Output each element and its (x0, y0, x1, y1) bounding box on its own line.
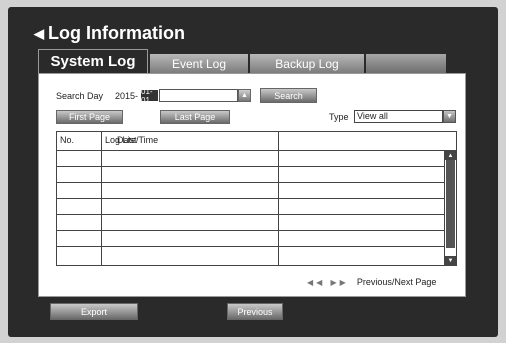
tab-event-log[interactable]: Event Log (150, 54, 248, 73)
column-header-no: No. (60, 135, 75, 145)
type-label: Type (329, 112, 349, 122)
page-navigation: ◀◀ ▶▶ Previous/Next Page (307, 277, 436, 287)
pager-label: Previous/Next Page (356, 277, 437, 287)
prev-next-icon[interactable]: ◀◀ ▶▶ (307, 278, 349, 287)
table-row[interactable] (57, 199, 444, 215)
export-button[interactable]: Export (50, 303, 138, 320)
first-page-button[interactable]: First Page (56, 110, 123, 124)
tab-blank (366, 54, 446, 73)
last-page-button[interactable]: Last Page (160, 110, 230, 124)
previous-button[interactable]: Previous (227, 303, 283, 320)
type-select[interactable]: View all (354, 110, 443, 123)
chevron-left-icon[interactable]: ◀ (34, 26, 44, 42)
scroll-thumb[interactable] (446, 160, 455, 248)
table-row[interactable] (57, 183, 444, 199)
tab-system-log[interactable]: System Log (38, 49, 148, 73)
table-row[interactable] (57, 167, 444, 183)
search-date-input[interactable] (159, 89, 238, 102)
chevron-down-icon[interactable]: ▼ (443, 110, 456, 123)
table-row[interactable] (57, 151, 444, 167)
column-divider (278, 132, 279, 265)
search-button[interactable]: Search (260, 88, 317, 103)
search-month-day[interactable]: 01-01 (141, 87, 158, 105)
table-row[interactable] (57, 247, 444, 263)
search-day-label: Search Day (56, 91, 104, 101)
page-title: ◀ Log Information (34, 23, 185, 44)
column-header-date-time: Date/Time (117, 135, 159, 145)
table-row[interactable] (57, 215, 444, 231)
tab-backup-log[interactable]: Backup Log (250, 54, 364, 73)
log-table: No. Log List Date/Time ▲ ▼ (56, 131, 457, 266)
page-title-text: Log Information (48, 23, 185, 43)
table-header: No. Log List Date/Time (57, 132, 456, 151)
scroll-down-icon[interactable]: ▼ (445, 256, 456, 265)
search-year: 2015- (115, 91, 139, 101)
table-row[interactable] (57, 231, 444, 247)
column-divider (101, 132, 102, 265)
log-panel: Search Day 2015- 01-01 ▲ Search First Pa… (38, 73, 466, 297)
table-scrollbar[interactable]: ▲ ▼ (444, 151, 456, 265)
tab-bar: System Log Event Log Backup Log (38, 49, 468, 73)
spinner-icon[interactable]: ▲ (238, 89, 251, 102)
scroll-up-icon[interactable]: ▲ (445, 151, 456, 160)
